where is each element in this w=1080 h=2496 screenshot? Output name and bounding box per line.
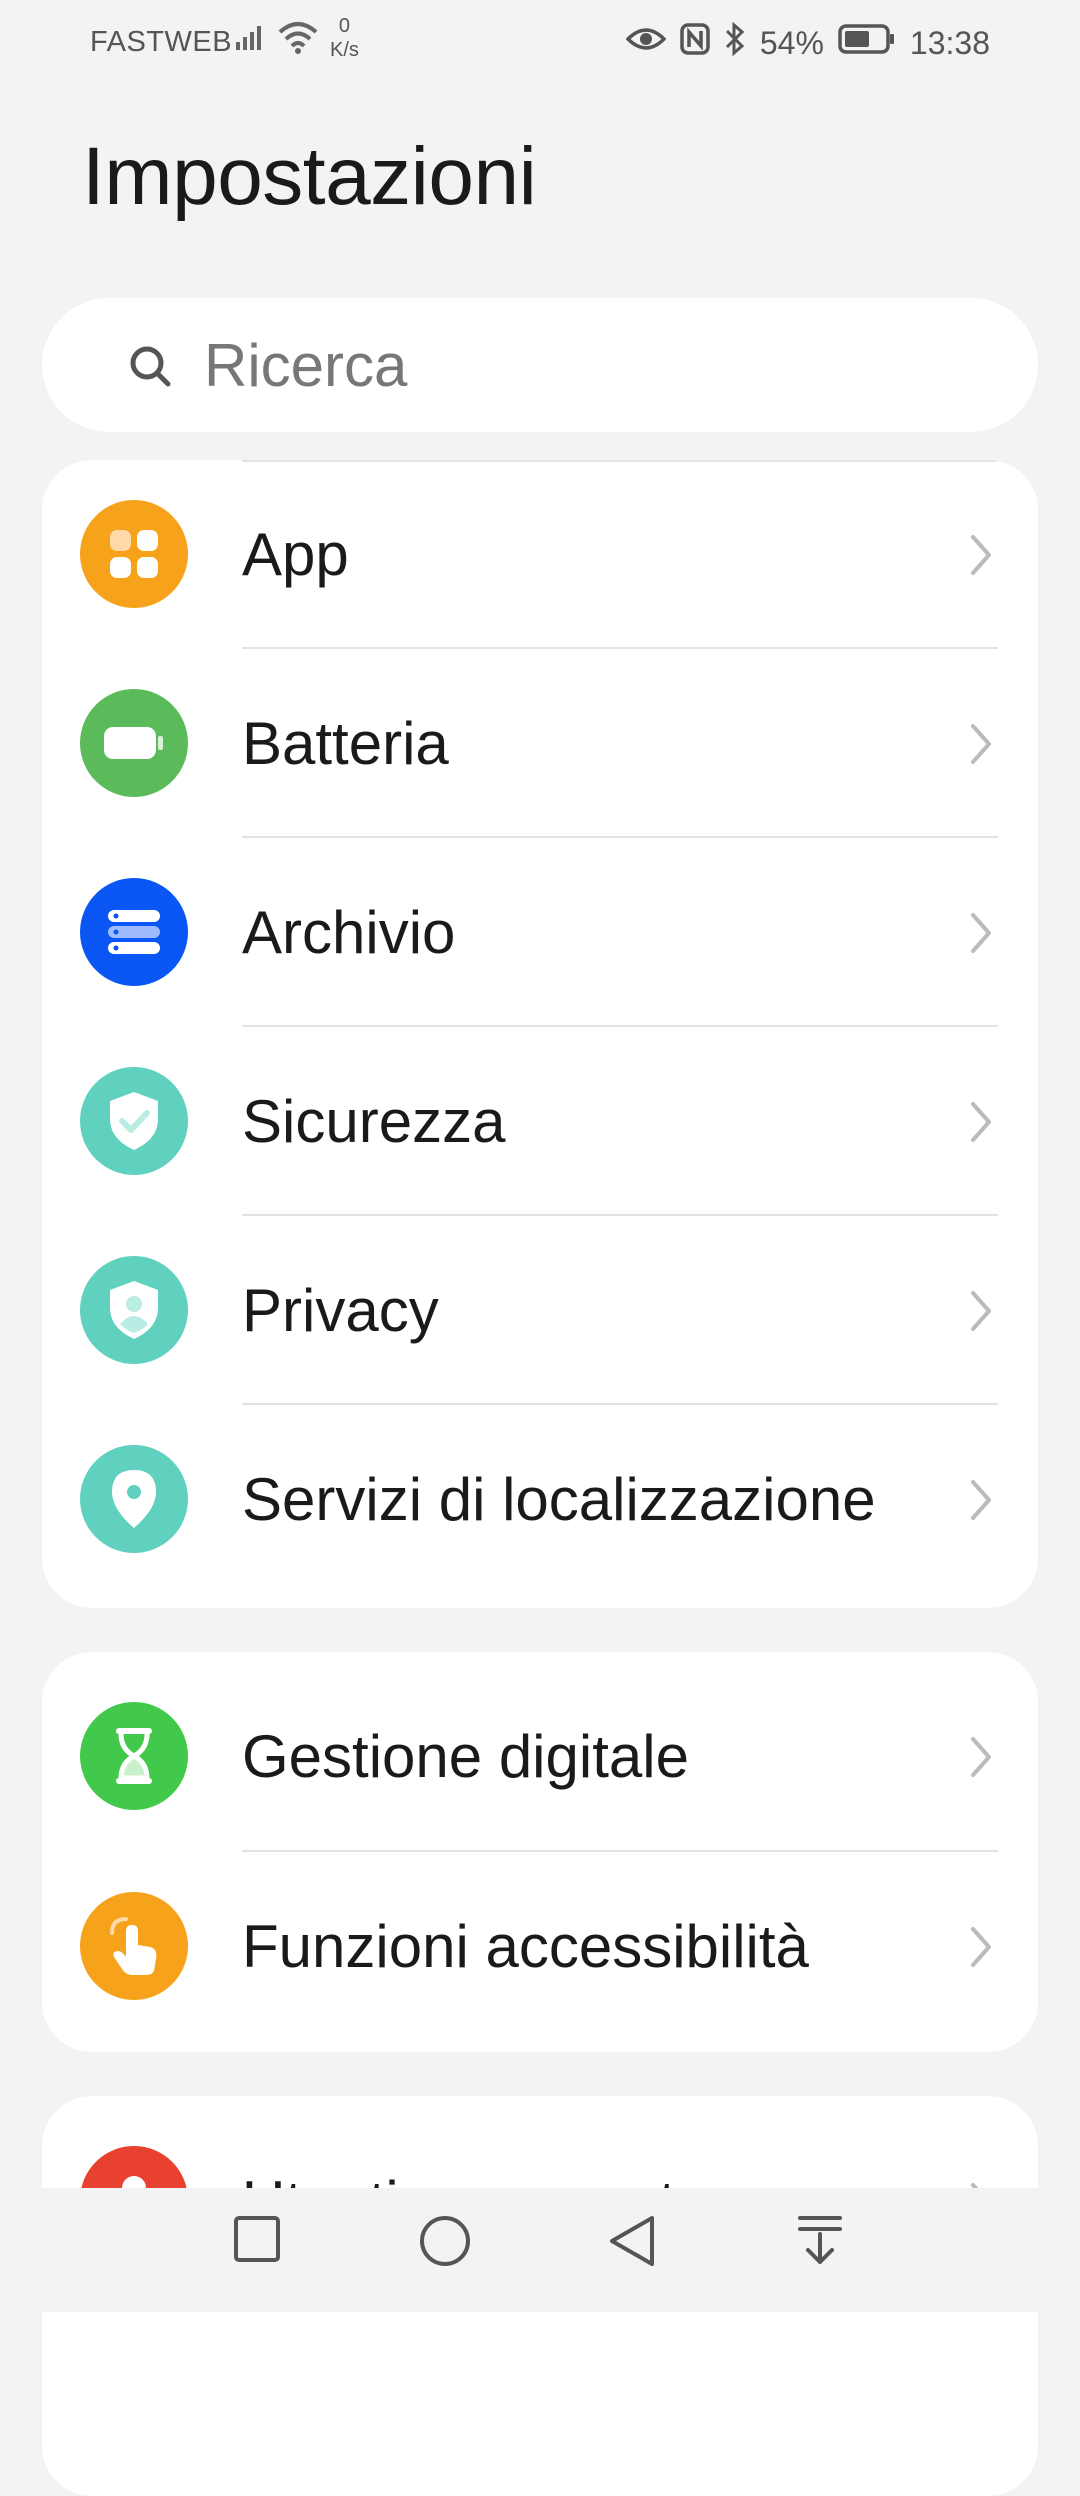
settings-item-label: Privacy [242,1277,439,1344]
shield-check-icon [80,1067,188,1175]
search-input[interactable] [204,328,984,402]
page-title: Impostazioni [82,131,537,222]
status-right: 54% 13:38 [625,21,990,64]
chevron-right-icon [968,1924,994,1975]
shield-user-icon [80,1256,188,1364]
speed-value: 0 [338,15,351,37]
settings-item-label: Batteria [242,710,449,777]
apps-icon [80,500,188,608]
chevron-right-icon [968,1099,994,1150]
bluetooth-icon [724,21,746,64]
notifications-pull-icon[interactable] [796,2214,844,2273]
carrier-name: FASTWEB [90,26,233,58]
settings-item-privacy[interactable]: Privacy [42,1216,1038,1405]
location-pin-icon [80,1445,188,1553]
search-bar[interactable] [42,298,1038,432]
nfc-icon [680,23,710,63]
chevron-right-icon [968,1734,994,1785]
speed-unit: K/s [330,39,359,61]
settings-item-label: Servizi di localizzazione [242,1466,876,1533]
settings-item-security[interactable]: Sicurezza [42,1027,1038,1216]
settings-item-storage[interactable]: Archivio [42,838,1038,1027]
settings-item-battery[interactable]: Batteria [42,649,1038,838]
chevron-right-icon [968,532,994,583]
settings-item-app[interactable]: App [42,460,1038,649]
chevron-right-icon [968,1477,994,1528]
signal-icon [234,22,268,60]
chevron-right-icon [968,1288,994,1339]
settings-item-label: Gestione digitale [242,1723,689,1790]
settings-item-accessibility[interactable]: Funzioni accessibilità [42,1852,1038,2041]
chevron-right-icon [968,910,994,961]
clock: 13:38 [909,24,990,61]
settings-group-2: Gestione digitale Funzioni accessibilità [42,1652,1038,2052]
settings-item-digital-wellbeing[interactable]: Gestione digitale [42,1652,1038,1852]
battery-icon [80,689,188,797]
settings-item-label: Sicurezza [242,1088,506,1155]
recents-square-icon[interactable] [232,2214,282,2269]
settings-group-1: App Batteria Archivio Sicurezza Privacy … [42,460,1038,1608]
settings-item-label: App [242,521,349,588]
storage-icon [80,878,188,986]
settings-item-location[interactable]: Servizi di localizzazione [42,1405,1038,1594]
battery-percentage: 54% [759,24,824,61]
home-circle-icon[interactable] [418,2214,472,2273]
hand-pointer-icon [80,1892,188,2000]
settings-item-label: Archivio [242,899,456,966]
wifi-icon [276,20,320,64]
eye-comfort-icon [625,25,667,61]
search-icon [128,344,174,395]
hourglass-icon [80,1702,188,1810]
status-bar: FASTWEB 0 K/s 54% 13:38 [0,0,1080,80]
chevron-right-icon [968,721,994,772]
network-speed: 0 K/s [330,14,359,62]
navigation-bar [0,2188,1080,2312]
settings-item-label: Funzioni accessibilità [242,1913,809,1980]
battery-status-icon [838,24,896,62]
back-triangle-icon[interactable] [606,2214,658,2273]
